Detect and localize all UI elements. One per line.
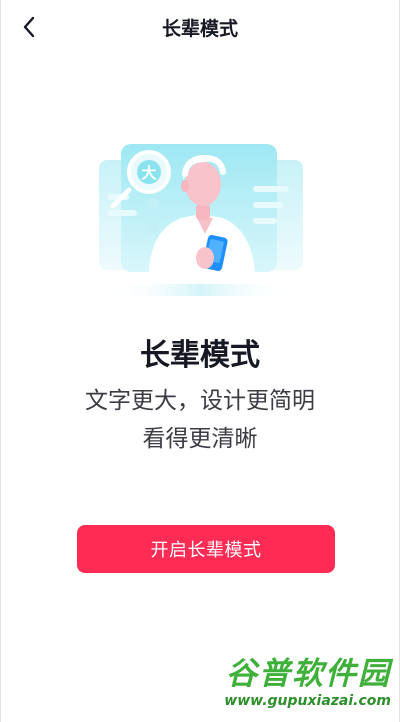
watermark-title: 谷普软件园 [226,656,391,692]
nav-bar: 长辈模式 [1,0,399,54]
watermark: 谷普软件园 www.gupuxiazai.com [205,656,391,716]
mode-description-line-2: 看得更清晰 [142,426,258,452]
elder-mode-screen: 长辈模式 大 长辈模式 文字更大，设计更简明 看得更清晰 开启长辈模式 谷普软件… [0,0,400,722]
svg-text:大: 大 [141,164,156,182]
mode-description-line-1: 文字更大，设计更简明 [85,388,315,414]
mode-title: 长辈模式 [140,338,260,373]
watermark-url: www.gupuxiazai.com [224,693,391,709]
enable-elder-mode-button[interactable]: 开启长辈模式 [77,525,335,573]
elder-mode-illustration: 大 [93,138,309,304]
page-title: 长辈模式 [161,18,238,40]
